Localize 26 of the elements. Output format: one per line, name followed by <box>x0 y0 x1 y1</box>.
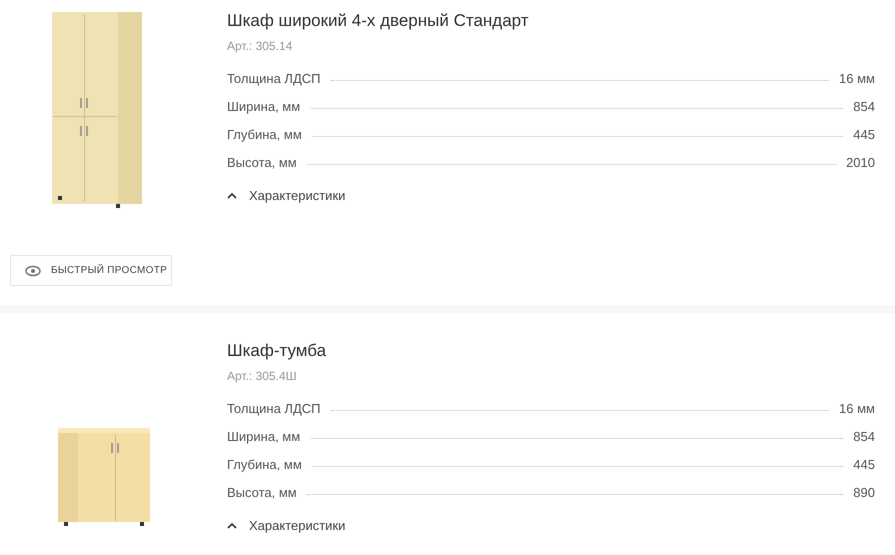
product-title[interactable]: Шкаф широкий 4-х дверный Стандарт <box>227 9 875 33</box>
caret-icon <box>227 522 237 530</box>
spec-value: 854 <box>853 98 875 116</box>
product-title[interactable]: Шкаф-тумба <box>227 339 875 363</box>
spec-label: Толщина ЛДСП <box>227 70 321 88</box>
spec-value: 445 <box>853 456 875 474</box>
quick-view-button[interactable]: БЫСТРЫЙ ПРОСМОТР <box>10 255 172 286</box>
spec-label: Глубина, мм <box>227 126 302 144</box>
article-number: Арт.: 305.14 <box>227 38 294 54</box>
spec-label: Высота, мм <box>227 154 297 172</box>
eye-icon <box>25 264 41 276</box>
spec-value: 2010 <box>846 154 875 172</box>
spec-label: Высота, мм <box>227 484 297 502</box>
article-number: Арт.: 305.4Ш <box>227 368 298 384</box>
spec-value: 16 мм <box>839 400 875 418</box>
spec-value: 16 мм <box>839 70 875 88</box>
characteristics-toggle[interactable]: Характеристики <box>227 516 346 536</box>
spec-value: 890 <box>853 484 875 502</box>
caret-icon <box>227 192 237 200</box>
spec-value: 445 <box>853 126 875 144</box>
spec-label: Толщина ЛДСП <box>227 400 321 418</box>
spec-label: Глубина, мм <box>227 456 302 474</box>
characteristics-toggle[interactable]: Характеристики <box>227 186 346 206</box>
spec-value: 854 <box>853 428 875 446</box>
spec-label: Ширина, мм <box>227 428 300 446</box>
spec-label: Ширина, мм <box>227 98 300 116</box>
